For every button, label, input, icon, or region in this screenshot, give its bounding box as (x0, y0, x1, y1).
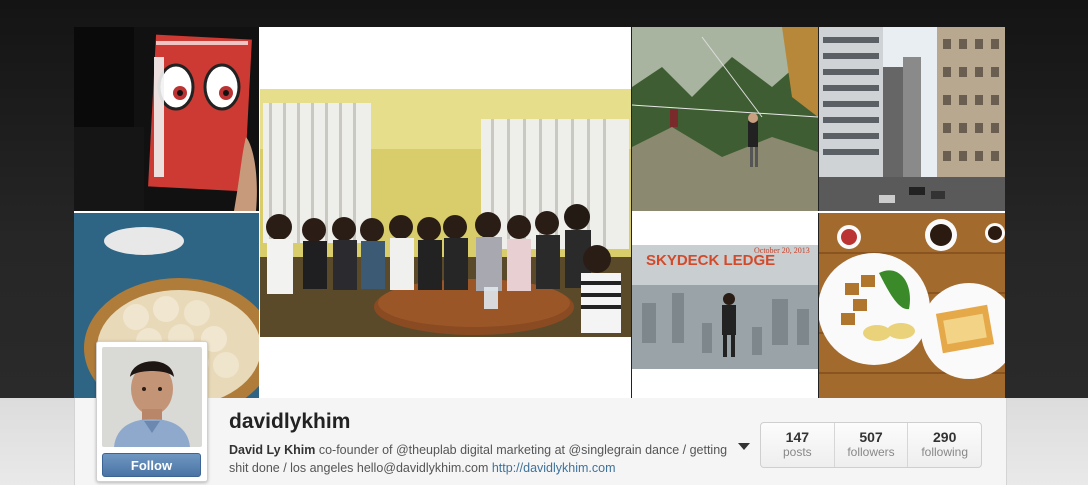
stat-posts[interactable]: 147 posts (761, 423, 835, 467)
avatar[interactable] (102, 347, 202, 447)
avatar-image (102, 347, 202, 447)
zipline-photo-image (632, 27, 818, 211)
profile-username: davidlykhim (229, 410, 351, 433)
chevron-down-icon[interactable] (738, 443, 750, 450)
photo-tile-ledge[interactable]: SKYDECK LEDGE October 20, 2013 (632, 213, 818, 399)
grid-divider (632, 211, 1005, 213)
city-photo-image (819, 27, 1005, 211)
group-photo-image (259, 27, 631, 399)
profile-stats: 147 posts 507 followers 290 following (760, 422, 982, 468)
grid-divider (259, 27, 260, 399)
stat-posts-label: posts (782, 445, 812, 459)
profile-full-name: David Ly Khim (229, 443, 316, 457)
photo-tile-city[interactable] (819, 27, 1005, 211)
photo-tile-zipline[interactable] (632, 27, 818, 211)
profile-website-link[interactable]: http://davidlykhim.com (492, 461, 616, 475)
stat-following-value: 290 (933, 429, 957, 445)
stat-posts-value: 147 (785, 429, 810, 445)
photo-tile-book[interactable] (74, 27, 259, 211)
avatar-card: Follow (96, 341, 208, 482)
book-photo-image (74, 27, 259, 211)
stat-followers-label: followers (847, 445, 895, 459)
grid-divider (631, 27, 632, 399)
stat-following-label: following (921, 445, 969, 459)
brunch-photo-image (819, 213, 1005, 399)
profile-bio: David Ly Khim co-founder of @theuplab di… (229, 441, 729, 477)
photo-tile-group[interactable] (259, 27, 631, 399)
follow-button[interactable]: Follow (102, 453, 201, 477)
photo-tile-brunch[interactable] (819, 213, 1005, 399)
stat-followers[interactable]: 507 followers (835, 423, 909, 467)
ledge-date: October 20, 2013 (754, 246, 810, 255)
grid-divider (818, 27, 819, 399)
stat-followers-value: 507 (859, 429, 883, 445)
stat-following[interactable]: 290 following (908, 423, 981, 467)
ledge-photo-image: SKYDECK LEDGE October 20, 2013 (632, 213, 818, 399)
photo-grid: SKYDECK LEDGE October 20, 2013 (74, 27, 1005, 399)
